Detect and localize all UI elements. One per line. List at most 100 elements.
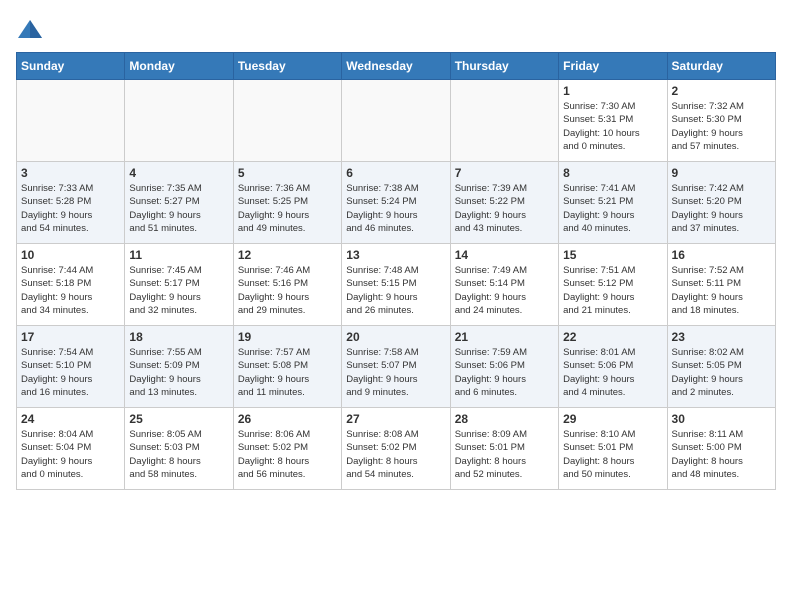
- cell-text: Sunrise: 7:41 AM Sunset: 5:21 PM Dayligh…: [563, 182, 662, 235]
- calendar-cell: 27 Sunrise: 8:08 AM Sunset: 5:02 PM Dayli…: [342, 408, 450, 490]
- day-number: 7: [455, 166, 554, 180]
- calendar-cell: 20Sunrise: 7:58 AM Sunset: 5:07 PM Dayli…: [342, 326, 450, 408]
- cell-text: Sunrise: 8:10 AM Sunset: 5:01 PM Dayligh…: [563, 428, 662, 481]
- cell-text: Sunrise: 7:32 AM Sunset: 5:30 PM Dayligh…: [672, 100, 771, 153]
- day-number: 22: [563, 330, 662, 344]
- day-number: 16: [672, 248, 771, 262]
- cell-text: Sunrise: 7:46 AM Sunset: 5:16 PM Dayligh…: [238, 264, 337, 317]
- cell-text: Sunrise: 7:51 AM Sunset: 5:12 PM Dayligh…: [563, 264, 662, 317]
- calendar-cell: 30Sunrise: 8:11 AM Sunset: 5:00 PM Dayli…: [667, 408, 775, 490]
- calendar-cell: 17 Sunrise: 7:54 AM Sunset: 5:10 PM Dayli…: [17, 326, 125, 408]
- calendar-header-row: SundayMondayTuesdayWednesdayThursdayFrid…: [17, 53, 776, 80]
- cell-text: Sunrise: 7:59 AM Sunset: 5:06 PM Dayligh…: [455, 346, 554, 399]
- calendar-cell: 4Sunrise: 7:35 AM Sunset: 5:27 PM Daylig…: [125, 162, 233, 244]
- cell-text: Sunrise: 8:01 AM Sunset: 5:06 PM Dayligh…: [563, 346, 662, 399]
- day-number: 19: [238, 330, 337, 344]
- cell-text: Sunrise: 8:08 AM Sunset: 5:02 PM Dayligh…: [346, 428, 445, 481]
- day-number: 21: [455, 330, 554, 344]
- calendar-cell: [342, 80, 450, 162]
- calendar-cell: 10 Sunrise: 7:44 AM Sunset: 5:18 PM Dayli…: [17, 244, 125, 326]
- calendar-cell: 21 Sunrise: 7:59 AM Sunset: 5:06 PM Dayli…: [450, 326, 558, 408]
- calendar-cell: 2 Sunrise: 7:32 AM Sunset: 5:30 PM Daylig…: [667, 80, 775, 162]
- calendar-cell: [233, 80, 341, 162]
- logo: [16, 16, 48, 44]
- calendar-cell: 28 Sunrise: 8:09 AM Sunset: 5:01 PM Dayli…: [450, 408, 558, 490]
- cell-text: Sunrise: 7:49 AM Sunset: 5:14 PM Dayligh…: [455, 264, 554, 317]
- weekday-header-thursday: Thursday: [450, 53, 558, 80]
- page-header: [16, 16, 776, 44]
- calendar-cell: 11 Sunrise: 7:45 AM Sunset: 5:17 PM Dayli…: [125, 244, 233, 326]
- weekday-header-sunday: Sunday: [17, 53, 125, 80]
- calendar-cell: 3Sunrise: 7:33 AM Sunset: 5:28 PM Daylig…: [17, 162, 125, 244]
- cell-text: Sunrise: 7:54 AM Sunset: 5:10 PM Dayligh…: [21, 346, 120, 399]
- calendar-cell: 8 Sunrise: 7:41 AM Sunset: 5:21 PM Daylig…: [559, 162, 667, 244]
- day-number: 23: [672, 330, 771, 344]
- day-number: 24: [21, 412, 120, 426]
- day-number: 17: [21, 330, 120, 344]
- day-number: 18: [129, 330, 228, 344]
- calendar-cell: 19 Sunrise: 7:57 AM Sunset: 5:08 PM Dayli…: [233, 326, 341, 408]
- weekday-header-monday: Monday: [125, 53, 233, 80]
- day-number: 4: [129, 166, 228, 180]
- cell-text: Sunrise: 8:11 AM Sunset: 5:00 PM Dayligh…: [672, 428, 771, 481]
- calendar-cell: 15 Sunrise: 7:51 AM Sunset: 5:12 PM Dayli…: [559, 244, 667, 326]
- calendar-cell: 26 Sunrise: 8:06 AM Sunset: 5:02 PM Dayli…: [233, 408, 341, 490]
- calendar-cell: 7 Sunrise: 7:39 AM Sunset: 5:22 PM Daylig…: [450, 162, 558, 244]
- cell-text: Sunrise: 8:02 AM Sunset: 5:05 PM Dayligh…: [672, 346, 771, 399]
- day-number: 14: [455, 248, 554, 262]
- calendar-cell: [125, 80, 233, 162]
- cell-text: Sunrise: 7:58 AM Sunset: 5:07 PM Dayligh…: [346, 346, 445, 399]
- calendar-week-row: 1 Sunrise: 7:30 AM Sunset: 5:31 PM Daylig…: [17, 80, 776, 162]
- cell-text: Sunrise: 7:38 AM Sunset: 5:24 PM Dayligh…: [346, 182, 445, 235]
- calendar-cell: 29 Sunrise: 8:10 AM Sunset: 5:01 PM Dayli…: [559, 408, 667, 490]
- cell-text: Sunrise: 7:44 AM Sunset: 5:18 PM Dayligh…: [21, 264, 120, 317]
- day-number: 25: [129, 412, 228, 426]
- calendar-table: SundayMondayTuesdayWednesdayThursdayFrid…: [16, 52, 776, 490]
- day-number: 2: [672, 84, 771, 98]
- calendar-cell: [17, 80, 125, 162]
- calendar-cell: 16 Sunrise: 7:52 AM Sunset: 5:11 PM Dayli…: [667, 244, 775, 326]
- day-number: 12: [238, 248, 337, 262]
- weekday-header-friday: Friday: [559, 53, 667, 80]
- day-number: 15: [563, 248, 662, 262]
- cell-text: Sunrise: 8:04 AM Sunset: 5:04 PM Dayligh…: [21, 428, 120, 481]
- weekday-header-wednesday: Wednesday: [342, 53, 450, 80]
- day-number: 27: [346, 412, 445, 426]
- calendar-cell: 22 Sunrise: 8:01 AM Sunset: 5:06 PM Dayli…: [559, 326, 667, 408]
- calendar-week-row: 17 Sunrise: 7:54 AM Sunset: 5:10 PM Dayli…: [17, 326, 776, 408]
- day-number: 28: [455, 412, 554, 426]
- day-number: 26: [238, 412, 337, 426]
- day-number: 1: [563, 84, 662, 98]
- calendar-week-row: 24 Sunrise: 8:04 AM Sunset: 5:04 PM Dayli…: [17, 408, 776, 490]
- calendar-cell: 24 Sunrise: 8:04 AM Sunset: 5:04 PM Dayli…: [17, 408, 125, 490]
- cell-text: Sunrise: 7:57 AM Sunset: 5:08 PM Dayligh…: [238, 346, 337, 399]
- calendar-cell: 14 Sunrise: 7:49 AM Sunset: 5:14 PM Dayli…: [450, 244, 558, 326]
- cell-text: Sunrise: 7:55 AM Sunset: 5:09 PM Dayligh…: [129, 346, 228, 399]
- day-number: 10: [21, 248, 120, 262]
- cell-text: Sunrise: 8:05 AM Sunset: 5:03 PM Dayligh…: [129, 428, 228, 481]
- cell-text: Sunrise: 7:45 AM Sunset: 5:17 PM Dayligh…: [129, 264, 228, 317]
- day-number: 29: [563, 412, 662, 426]
- day-number: 6: [346, 166, 445, 180]
- calendar-cell: 9 Sunrise: 7:42 AM Sunset: 5:20 PM Daylig…: [667, 162, 775, 244]
- calendar-cell: 5Sunrise: 7:36 AM Sunset: 5:25 PM Daylig…: [233, 162, 341, 244]
- weekday-header-tuesday: Tuesday: [233, 53, 341, 80]
- cell-text: Sunrise: 7:52 AM Sunset: 5:11 PM Dayligh…: [672, 264, 771, 317]
- calendar-cell: 1 Sunrise: 7:30 AM Sunset: 5:31 PM Daylig…: [559, 80, 667, 162]
- weekday-header-saturday: Saturday: [667, 53, 775, 80]
- cell-text: Sunrise: 7:39 AM Sunset: 5:22 PM Dayligh…: [455, 182, 554, 235]
- cell-text: Sunrise: 7:30 AM Sunset: 5:31 PM Dayligh…: [563, 100, 662, 153]
- logo-icon: [16, 16, 44, 44]
- calendar-cell: 25 Sunrise: 8:05 AM Sunset: 5:03 PM Dayli…: [125, 408, 233, 490]
- calendar-cell: 6 Sunrise: 7:38 AM Sunset: 5:24 PM Daylig…: [342, 162, 450, 244]
- cell-text: Sunrise: 7:42 AM Sunset: 5:20 PM Dayligh…: [672, 182, 771, 235]
- cell-text: Sunrise: 8:09 AM Sunset: 5:01 PM Dayligh…: [455, 428, 554, 481]
- day-number: 8: [563, 166, 662, 180]
- day-number: 11: [129, 248, 228, 262]
- cell-text: Sunrise: 7:33 AM Sunset: 5:28 PM Dayligh…: [21, 182, 120, 235]
- cell-text: Sunrise: 8:06 AM Sunset: 5:02 PM Dayligh…: [238, 428, 337, 481]
- cell-text: Sunrise: 7:48 AM Sunset: 5:15 PM Dayligh…: [346, 264, 445, 317]
- calendar-week-row: 10 Sunrise: 7:44 AM Sunset: 5:18 PM Dayli…: [17, 244, 776, 326]
- calendar-week-row: 3Sunrise: 7:33 AM Sunset: 5:28 PM Daylig…: [17, 162, 776, 244]
- day-number: 9: [672, 166, 771, 180]
